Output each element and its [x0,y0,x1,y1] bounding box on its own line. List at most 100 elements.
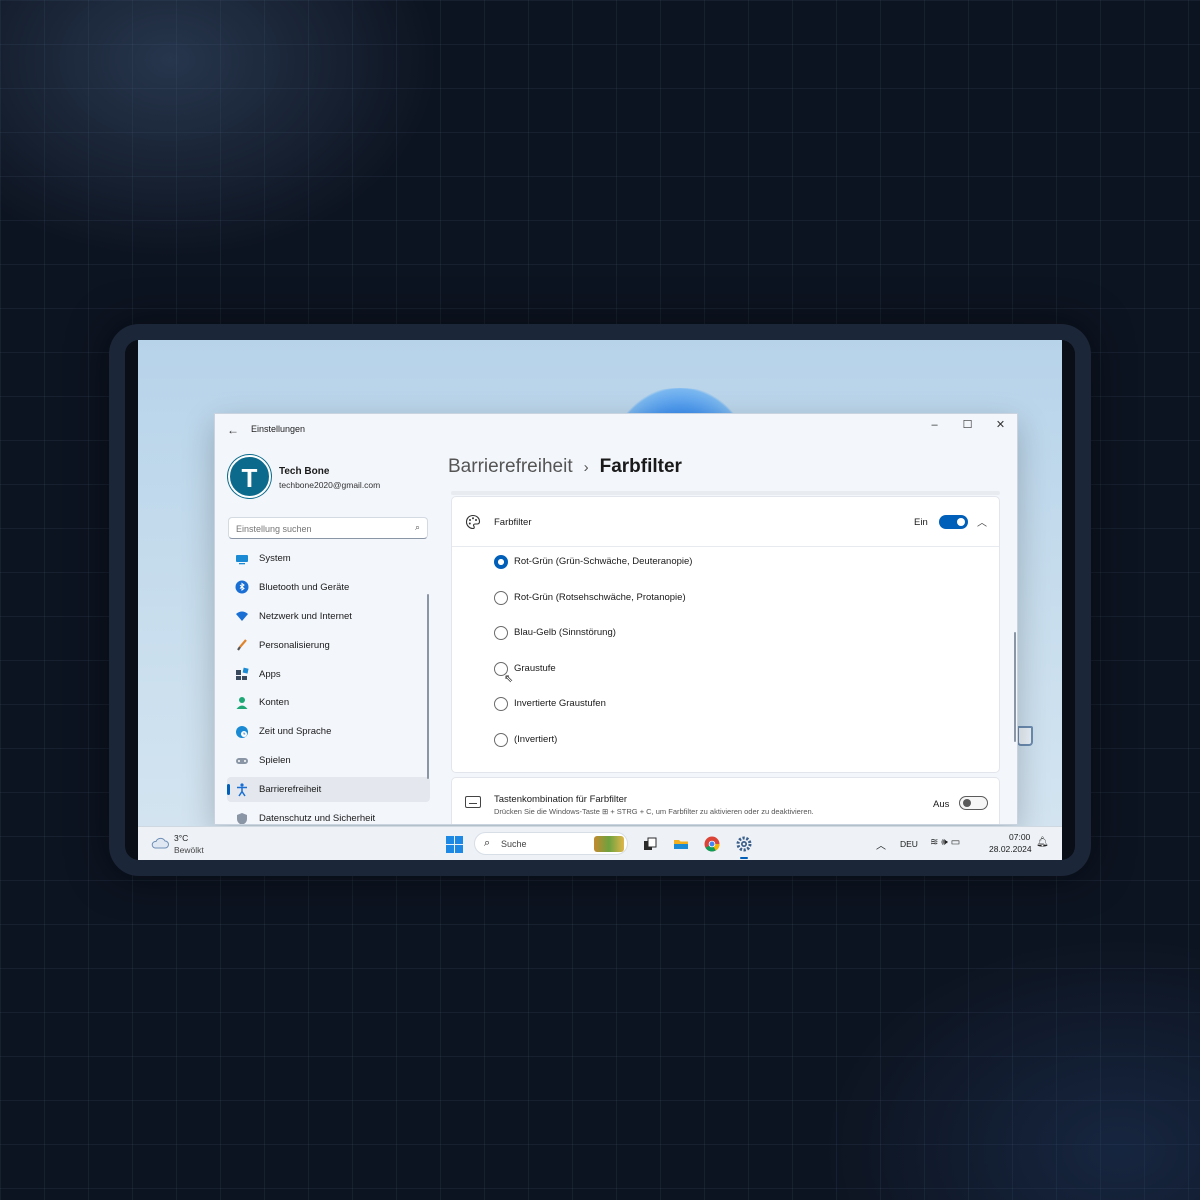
palette-icon [465,514,481,530]
settings-window: ← Einstellungen – ☐ ✕ T Tech Bone techbo… [214,413,1018,825]
weather-condition[interactable]: Bewölkt [174,845,204,855]
sidebar-item-bluetooth[interactable]: Bluetooth und Geräte [227,575,430,600]
file-explorer-icon[interactable] [673,836,689,852]
minimize-icon: – [931,419,938,431]
clock-date[interactable]: 28.02.2024 [989,844,1032,854]
toggle-knob [957,518,965,526]
shortcut-toggle[interactable] [959,796,988,810]
wifi-icon [235,609,249,623]
maximize-icon: ☐ [962,419,973,431]
radio-button[interactable] [494,626,508,641]
windows-start-icon[interactable] [446,836,463,853]
sidebar-item-label: Zeit und Sprache [259,726,332,738]
apps-icon [235,667,249,681]
sidebar-item-label: Datenschutz und Sicherheit [259,813,376,825]
chrome-icon[interactable] [704,836,720,852]
gamepad-icon [235,754,249,768]
task-view-icon[interactable] [642,836,658,852]
sidebar-item-gaming[interactable]: Spielen [227,748,430,773]
sidebar-item-label: Apps [259,668,281,680]
shortcut-title: Tastenkombination für Farbfilter [494,794,628,805]
option-label: (Invertiert) [514,733,558,745]
option-tritanopia[interactable]: Blau-Gelb (Sinnstörung) [494,626,692,662]
shortcut-state-label: Aus [933,799,950,810]
page-title: Farbfilter [599,456,682,477]
shortcut-card: Tastenkombination für Farbfilter Drücken… [451,777,1000,824]
taskbar-search[interactable]: ⌕ Suche [474,832,628,855]
sidebar-item-label: Konten [259,697,290,709]
sidebar-item-personalization[interactable]: Personalisierung [227,633,430,658]
option-deuteranopia[interactable]: Rot-Grün (Grün-Schwäche, Deuteranopie) [494,555,692,591]
radio-button[interactable] [494,732,508,747]
farbfilter-options: Rot-Grün (Grün-Schwäche, Deuteranopie) R… [494,555,692,769]
sidebar-item-label: Spielen [259,755,291,767]
option-inverted[interactable]: (Invertiert) [494,732,692,769]
desktop: ← Einstellungen – ☐ ✕ T Tech Bone techbo… [138,340,1062,860]
sidebar-item-label: Netzwerk und Internet [259,610,352,622]
battery-icon: ▭ [950,837,964,848]
toggle-knob [963,799,971,807]
radio-button[interactable] [494,697,508,712]
sidebar-nav: System Bluetooth und Geräte Netzwerk und… [227,546,430,825]
maximize-button[interactable]: ☐ [951,414,984,436]
clock-time[interactable]: 07:00 [1009,832,1030,842]
input-language[interactable]: DEU [900,839,918,849]
back-button[interactable]: ← [225,422,241,438]
person-icon [235,696,249,710]
sidebar-item-network[interactable]: Netzwerk und Internet [227,604,430,629]
notification-bell-icon[interactable]: 🔔︎ [1036,837,1049,848]
avatar[interactable]: T [228,455,271,498]
taskbar-search-label: Suche [501,839,527,849]
shield-icon [235,812,249,824]
profile-email: techbone2020@gmail.com [279,480,381,490]
search-icon[interactable]: ⌕ [415,522,420,533]
search-highlight-image [594,836,624,852]
sidebar-item-label: System [259,553,291,564]
chevron-up-icon[interactable]: ︿ [876,837,886,852]
option-label: Graustufe [514,662,556,674]
weather-temperature[interactable]: 3°C [174,833,188,843]
card-divider [451,491,1000,495]
farbfilter-toggle[interactable] [939,515,968,529]
sidebar-item-apps[interactable]: Apps [227,662,430,687]
option-grayscale[interactable]: Graustufe [494,661,692,698]
bluetooth-icon [235,580,249,594]
volume-icon: 🕪 [941,837,951,848]
sidebar-scrollbar[interactable] [427,594,429,779]
option-inverted-grayscale[interactable]: Invertierte Graustufen [494,697,692,733]
farbfilter-state-label: Ein [914,517,928,528]
sidebar-item-accessibility[interactable]: Barrierefreiheit [227,777,430,803]
sidebar-item-label: Barrierefreiheit [259,784,322,796]
content-scrollbar[interactable] [1014,632,1016,742]
farbfilter-header[interactable]: Farbfilter Ein ︿ [452,497,999,547]
sidebar-item-label: Bluetooth und Geräte [259,581,350,593]
breadcrumb-parent[interactable]: Barrierefreiheit [448,456,573,478]
close-icon: ✕ [995,419,1006,431]
cloud-icon[interactable] [151,836,169,849]
farbfilter-label: Farbfilter [494,517,532,528]
search-icon: ⌕ [484,837,491,849]
mouse-cursor-icon: ⇖ [504,673,514,685]
accessibility-icon [235,783,249,797]
radio-button[interactable] [494,590,508,605]
sidebar-item-accounts[interactable]: Konten [227,690,430,715]
globe-clock-icon [235,725,249,739]
search-input[interactable] [236,521,406,536]
wifi-icon: ≋ [930,837,942,848]
option-label: Invertierte Graustufen [514,698,606,710]
keyboard-icon [465,796,481,808]
option-label: Rot-Grün (Rotsehschwäche, Protanopie) [514,591,686,603]
window-controls: – ☐ ✕ [918,414,1017,436]
sidebar-item-time-language[interactable]: Zeit und Sprache [227,719,430,744]
radio-button[interactable] [494,555,508,569]
sidebar-item-privacy[interactable]: Datenschutz und Sicherheit [227,806,430,825]
option-protanopia[interactable]: Rot-Grün (Rotsehschwäche, Protanopie) [494,590,692,627]
sidebar-item-system[interactable]: System [227,546,430,571]
minimize-button[interactable]: – [918,414,951,436]
settings-icon[interactable] [736,836,752,859]
option-label: Rot-Grün (Grün-Schwäche, Deuteranopie) [514,556,693,567]
brush-icon [235,638,249,652]
system-tray-icons[interactable]: ≋🕪▭ [930,837,963,848]
close-button[interactable]: ✕ [984,414,1017,436]
chevron-up-icon[interactable]: ︿ [977,514,987,529]
